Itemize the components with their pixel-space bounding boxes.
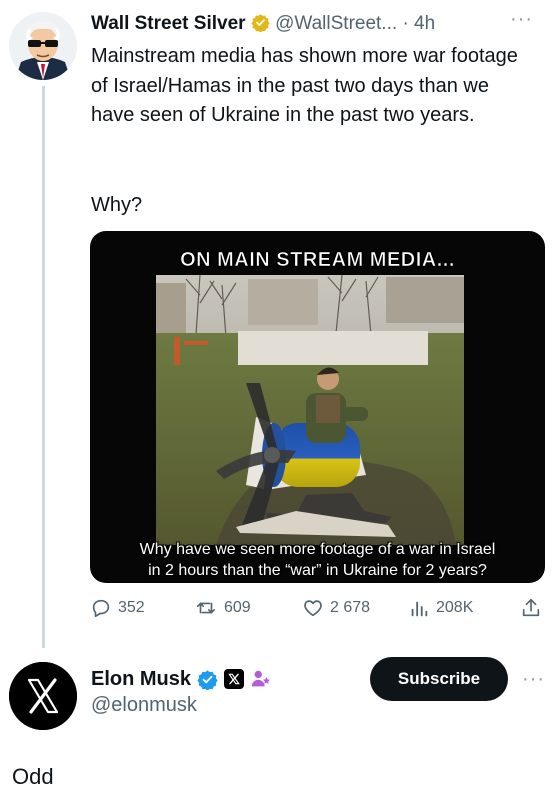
reply-icon (92, 599, 110, 618)
views-chart-icon (411, 601, 428, 617)
reply-header: Elon Musk (91, 665, 272, 693)
meme-caption-bottom: Why have we seen more footage of a war i… (90, 539, 545, 581)
share-button[interactable] (520, 597, 542, 619)
government-person-badge-icon (251, 670, 270, 687)
like-button[interactable]: 2 678 (302, 597, 370, 619)
author-name[interactable]: Elon Musk (91, 665, 191, 693)
repost-icon (196, 602, 216, 614)
share-icon (522, 598, 540, 617)
author-name[interactable]: Wall Street Silver (91, 13, 246, 34)
separator-dot: · (402, 13, 409, 34)
post-action-bar: 352 609 2 678 208K (90, 597, 545, 621)
verified-gold-badge-icon (251, 14, 270, 33)
like-count: 2 678 (330, 599, 371, 616)
view-count: 208K (436, 599, 474, 616)
cartoon-avatar-image (9, 12, 77, 80)
x-logo-icon (9, 662, 77, 730)
meme-caption-bottom-line2: in 2 hours than the “war” in Ukraine for… (148, 562, 487, 579)
subscribe-button[interactable]: Subscribe (370, 657, 508, 701)
post-media-image[interactable]: ON MAIN STREAM MEDIA... Why have we seen… (90, 231, 545, 583)
post-text-question: Why? (91, 194, 143, 216)
meme-caption-bottom-line1: Why have we seen more footage of a war i… (139, 541, 496, 558)
repost-button[interactable]: 609 (194, 597, 251, 619)
heart-icon (304, 600, 322, 617)
reply-text: Odd (12, 764, 54, 789)
reply-count: 352 (118, 599, 145, 616)
author-handle[interactable]: @elonmusk (91, 694, 197, 717)
thread-connector-line (42, 86, 45, 648)
post-time[interactable]: 4h (414, 13, 435, 34)
author-handle[interactable]: @WallStreet... (275, 13, 397, 34)
avatar[interactable] (9, 662, 77, 730)
post-text: Mainstream media has shown more war foot… (91, 45, 518, 126)
views-button[interactable]: 208K (408, 597, 473, 619)
verified-blue-badge-icon (197, 669, 218, 690)
more-options-icon[interactable]: ··· (510, 8, 533, 31)
post-header: Wall Street Silver @WallStreet... · 4h (91, 10, 511, 38)
x-affiliate-badge-icon (224, 669, 245, 689)
reply-button[interactable]: 352 (90, 597, 145, 619)
meme-photo (156, 275, 464, 545)
avatar[interactable] (9, 12, 77, 80)
meme-caption-top: ON MAIN STREAM MEDIA... (180, 249, 455, 272)
more-options-icon[interactable]: ··· (522, 668, 545, 691)
repost-count: 609 (224, 599, 251, 616)
